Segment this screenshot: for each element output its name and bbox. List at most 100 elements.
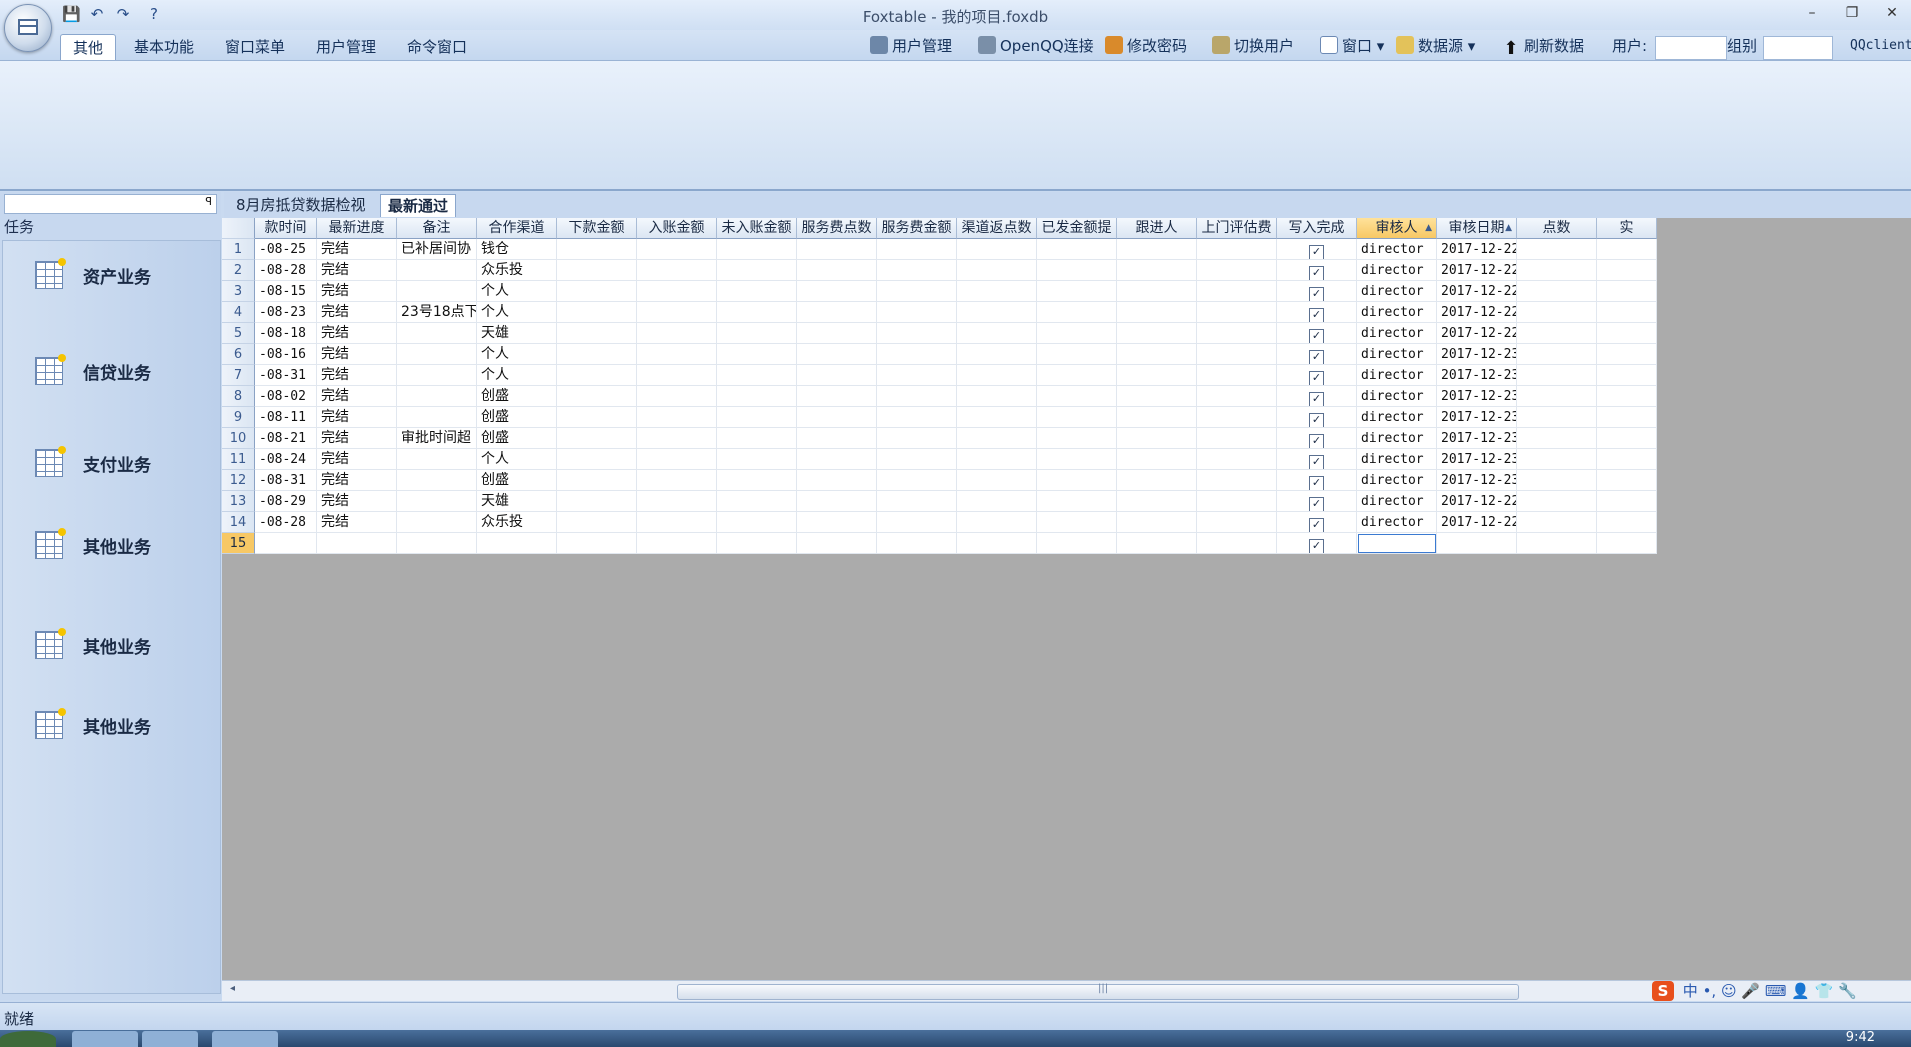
table-cell[interactable] — [957, 302, 1037, 323]
table-cell[interactable]: 天雄 — [477, 323, 557, 344]
grid-corner[interactable] — [222, 218, 255, 239]
table-cell[interactable]: 2017-12-23 — [1437, 365, 1517, 386]
column-header[interactable]: 备注 — [397, 218, 477, 239]
column-header[interactable]: 款时间 — [255, 218, 317, 239]
table-cell[interactable]: 创盛 — [477, 428, 557, 449]
table-row[interactable]: 9 -08-11 完结 创盛 ✓ director 2017-12-23 — [222, 407, 1911, 428]
table-cell[interactable] — [1517, 281, 1597, 302]
table-cell[interactable]: 个人 — [477, 449, 557, 470]
window-dropdown[interactable]: 窗口 ▾ — [1320, 34, 1384, 58]
user-icon[interactable]: 👤 — [1791, 982, 1810, 1000]
table-cell[interactable]: -08-21 — [255, 428, 317, 449]
table-cell[interactable] — [1037, 470, 1117, 491]
row-number[interactable]: 13 — [222, 491, 255, 512]
row-number[interactable]: 14 — [222, 512, 255, 533]
table-cell[interactable] — [397, 365, 477, 386]
table-cell[interactable] — [877, 365, 957, 386]
table-row[interactable]: 12 -08-31 完结 创盛 ✓ director 2017-12-23 — [222, 470, 1911, 491]
table-cell[interactable] — [957, 386, 1037, 407]
table-cell[interactable] — [317, 533, 397, 554]
table-cell[interactable] — [1037, 449, 1117, 470]
table-cell[interactable] — [877, 512, 957, 533]
table-cell[interactable] — [557, 302, 637, 323]
table-cell[interactable] — [717, 344, 797, 365]
table-cell[interactable]: director — [1357, 260, 1437, 281]
table-cell[interactable] — [397, 470, 477, 491]
table-cell[interactable] — [637, 512, 717, 533]
table-cell[interactable] — [637, 449, 717, 470]
table-cell[interactable]: -08-28 — [255, 512, 317, 533]
table-cell[interactable]: -08-11 — [255, 407, 317, 428]
table-cell[interactable]: director — [1357, 323, 1437, 344]
table-cell[interactable] — [637, 386, 717, 407]
table-row[interactable]: 4 -08-23 完结 23号18点下 个人 ✓ director 2017-12-22 — [222, 302, 1911, 323]
table-cell[interactable] — [397, 512, 477, 533]
doc-tab-latest-approved[interactable]: 最新通过 — [380, 194, 457, 217]
table-cell[interactable]: 个人 — [477, 344, 557, 365]
table-cell[interactable] — [1517, 260, 1597, 281]
table-cell[interactable] — [1037, 239, 1117, 260]
table-cell[interactable]: 完结 — [317, 470, 397, 491]
task-panel-search-input[interactable]: ꟼ — [4, 194, 217, 214]
column-header[interactable]: 点数 — [1517, 218, 1597, 239]
table-cell[interactable] — [557, 428, 637, 449]
table-row[interactable]: 2 -08-28 完结 众乐投 ✓ director 2017-12-22 — [222, 260, 1911, 281]
write-complete-checkbox-cell[interactable]: ✓ — [1277, 281, 1357, 302]
column-header[interactable]: 已发金额提 — [1037, 218, 1117, 239]
table-cell[interactable] — [717, 260, 797, 281]
table-cell[interactable]: 完结 — [317, 365, 397, 386]
ribbon-tab-command[interactable]: 命令窗口 — [395, 34, 479, 60]
table-cell[interactable] — [1597, 533, 1657, 554]
write-complete-checkbox-cell[interactable]: ✓ — [1277, 470, 1357, 491]
table-cell[interactable]: 23号18点下 — [397, 302, 477, 323]
table-cell[interactable] — [1517, 428, 1597, 449]
keyboard-icon[interactable]: ⌨ — [1765, 982, 1787, 1000]
table-cell[interactable] — [1597, 449, 1657, 470]
write-complete-checkbox-cell[interactable]: ✓ — [1277, 386, 1357, 407]
table-cell[interactable] — [1117, 449, 1197, 470]
table-cell[interactable]: -08-25 — [255, 239, 317, 260]
write-complete-checkbox-cell[interactable]: ✓ — [1277, 512, 1357, 533]
write-complete-checkbox-cell[interactable]: ✓ — [1277, 407, 1357, 428]
table-cell[interactable] — [717, 323, 797, 344]
table-cell[interactable] — [797, 449, 877, 470]
table-cell[interactable] — [1597, 344, 1657, 365]
table-cell[interactable] — [957, 365, 1037, 386]
table-cell[interactable] — [477, 533, 557, 554]
table-cell[interactable] — [1597, 302, 1657, 323]
table-cell[interactable] — [1197, 512, 1277, 533]
table-cell[interactable]: -08-02 — [255, 386, 317, 407]
table-cell[interactable]: 完结 — [317, 512, 397, 533]
row-number[interactable]: 3 — [222, 281, 255, 302]
table-cell[interactable] — [717, 491, 797, 512]
table-cell[interactable]: 完结 — [317, 407, 397, 428]
checkbox[interactable]: ✓ — [1309, 329, 1324, 343]
table-cell[interactable] — [637, 239, 717, 260]
table-cell[interactable]: 2017-12-22 — [1437, 302, 1517, 323]
table-cell[interactable] — [1117, 302, 1197, 323]
table-cell[interactable] — [877, 449, 957, 470]
table-cell[interactable]: 2017-12-23 — [1437, 344, 1517, 365]
table-cell[interactable]: -08-28 — [255, 260, 317, 281]
table-cell[interactable]: 钱仓 — [477, 239, 557, 260]
table-cell[interactable] — [637, 491, 717, 512]
table-cell[interactable]: 2017-12-23 — [1437, 449, 1517, 470]
table-cell[interactable] — [957, 407, 1037, 428]
close-button[interactable]: ✕ — [1876, 2, 1908, 24]
table-cell[interactable] — [1597, 365, 1657, 386]
table-cell[interactable]: 2017-12-22 — [1437, 512, 1517, 533]
table-cell[interactable] — [557, 449, 637, 470]
column-header[interactable]: 审核日期 ▲ — [1437, 218, 1517, 239]
table-cell[interactable]: -08-31 — [255, 365, 317, 386]
checkbox[interactable]: ✓ — [1309, 287, 1324, 301]
table-cell[interactable] — [1197, 365, 1277, 386]
table-cell[interactable] — [1117, 491, 1197, 512]
table-cell[interactable] — [637, 365, 717, 386]
table-cell[interactable]: 2017-12-22 — [1437, 323, 1517, 344]
table-cell[interactable] — [637, 302, 717, 323]
table-cell[interactable] — [797, 533, 877, 554]
column-header[interactable]: 合作渠道 — [477, 218, 557, 239]
table-cell[interactable] — [1597, 491, 1657, 512]
table-cell[interactable] — [877, 407, 957, 428]
table-cell[interactable] — [717, 239, 797, 260]
